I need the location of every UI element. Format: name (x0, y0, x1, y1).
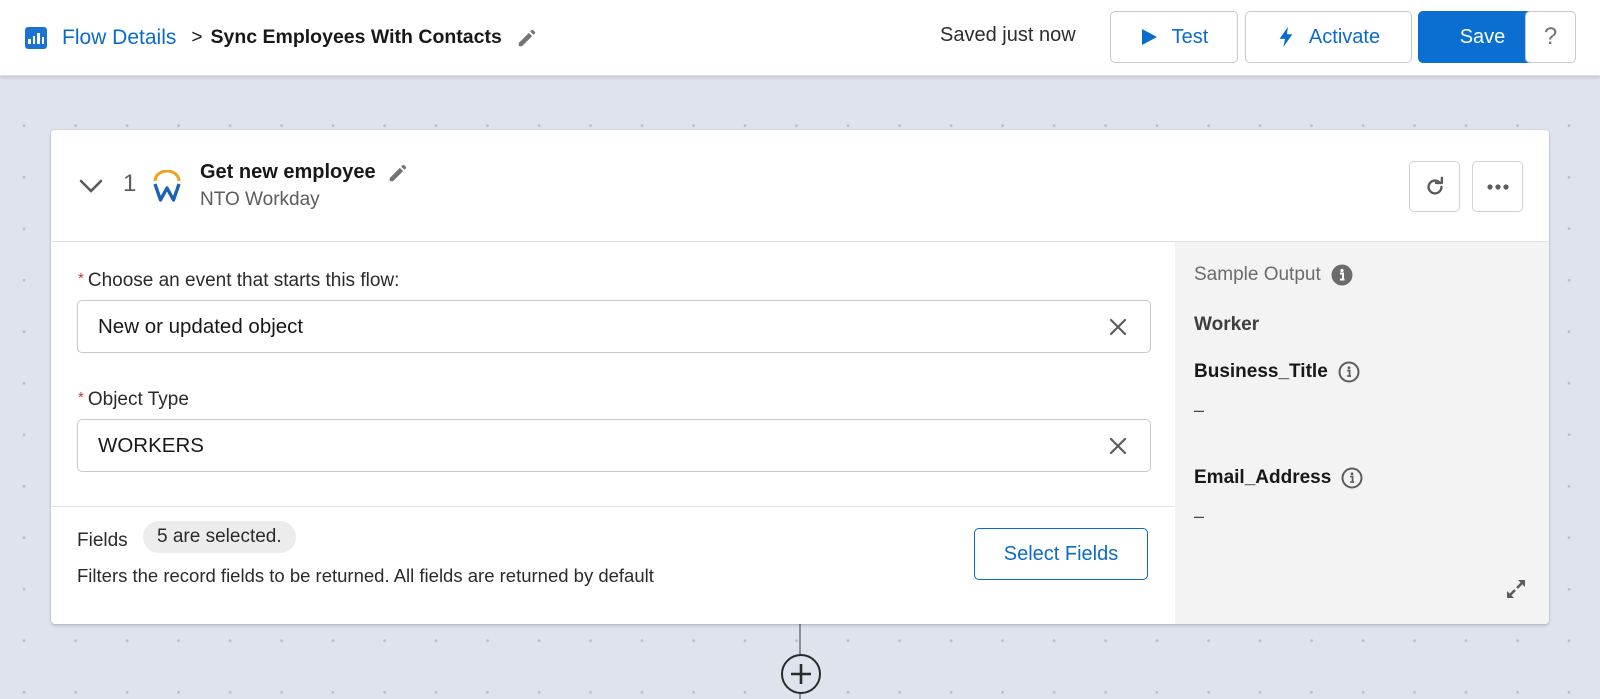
select-fields-button[interactable]: Select Fields (974, 528, 1148, 580)
workday-logo-icon (151, 169, 183, 207)
test-button[interactable]: Test (1110, 11, 1238, 63)
sample-output-object-name: Worker (1194, 314, 1260, 335)
play-icon (1141, 29, 1157, 45)
sample-output-field: Email_Address (1194, 467, 1363, 489)
sample-output-title-text: Sample Output (1194, 264, 1321, 285)
edit-flow-title-pencil-icon[interactable] (516, 27, 538, 49)
test-button-label: Test (1171, 25, 1209, 48)
fields-help-text: Filters the record fields to be returned… (77, 565, 654, 586)
help-question-icon: ? (1543, 23, 1558, 50)
save-button-label: Save (1459, 25, 1506, 48)
object-type-select-value: WORKERS (98, 433, 204, 457)
info-outline-icon[interactable] (1338, 361, 1360, 383)
step-header: 1 Get new employee NTO Workday (51, 130, 1549, 242)
sample-output-field: Business_Title (1194, 361, 1360, 383)
sample-output-field-name: Email_Address (1194, 467, 1332, 488)
help-button[interactable]: ? (1525, 11, 1576, 63)
flow-step-card: 1 Get new employee NTO Workday *Choose (51, 130, 1549, 624)
step-number: 1 (123, 170, 137, 197)
lightning-bolt-icon (1279, 26, 1293, 48)
activate-button-label: Activate (1308, 25, 1381, 48)
required-asterisk: * (78, 270, 84, 287)
activate-button[interactable]: Activate (1245, 11, 1412, 63)
sample-output-panel: Sample Output Worker Business_Title – Em… (1175, 242, 1549, 624)
sample-output-title: Sample Output (1194, 264, 1353, 286)
sample-output-field-value: – (1194, 506, 1205, 526)
expand-arrows-icon[interactable] (1504, 577, 1528, 606)
breadcrumb-separator: > (191, 26, 203, 48)
info-filled-icon[interactable] (1331, 264, 1353, 286)
edit-step-pencil-icon[interactable] (387, 162, 409, 189)
sample-output-field-value: – (1194, 400, 1205, 420)
collapse-chevron-down-icon[interactable] (79, 178, 103, 199)
refresh-button[interactable] (1409, 161, 1460, 212)
breadcrumb: Flow Details > Sync Employees With Conta… (25, 26, 538, 50)
object-type-label: * Object Type (78, 389, 189, 411)
breadcrumb-flow-details-link[interactable]: Flow Details (62, 26, 176, 50)
flow-title: Sync Employees With Contacts (210, 26, 502, 48)
sample-output-field-name: Business_Title (1194, 361, 1328, 382)
clear-object-type-close-icon[interactable] (1098, 426, 1138, 466)
object-type-label-text: Object Type (87, 389, 189, 410)
event-field-label: * Choose an event that starts this flow: (78, 270, 399, 292)
object-type-select[interactable]: WORKERS (77, 419, 1151, 472)
section-divider (51, 506, 1175, 507)
fields-selected-badge: 5 are selected. (143, 521, 296, 553)
step-title: Get new employee (200, 161, 376, 183)
required-asterisk: * (78, 389, 84, 406)
more-dots-icon (1486, 183, 1509, 190)
step-connection-name: NTO Workday (200, 189, 320, 210)
event-select-value: New or updated object (98, 314, 304, 338)
app-header: Flow Details > Sync Employees With Conta… (0, 0, 1600, 76)
event-select[interactable]: New or updated object (77, 300, 1151, 353)
flow-chart-icon (25, 26, 47, 49)
add-step-plus-icon[interactable] (781, 654, 821, 694)
fields-label: Fields (77, 530, 128, 551)
refresh-icon (1426, 176, 1443, 195)
info-outline-icon[interactable] (1341, 467, 1363, 489)
event-field-label-text: Choose an event that starts this flow: (87, 270, 400, 291)
more-actions-button[interactable] (1472, 161, 1523, 212)
save-status-text: Saved just now (940, 24, 1076, 46)
clear-event-close-icon[interactable] (1098, 307, 1138, 347)
